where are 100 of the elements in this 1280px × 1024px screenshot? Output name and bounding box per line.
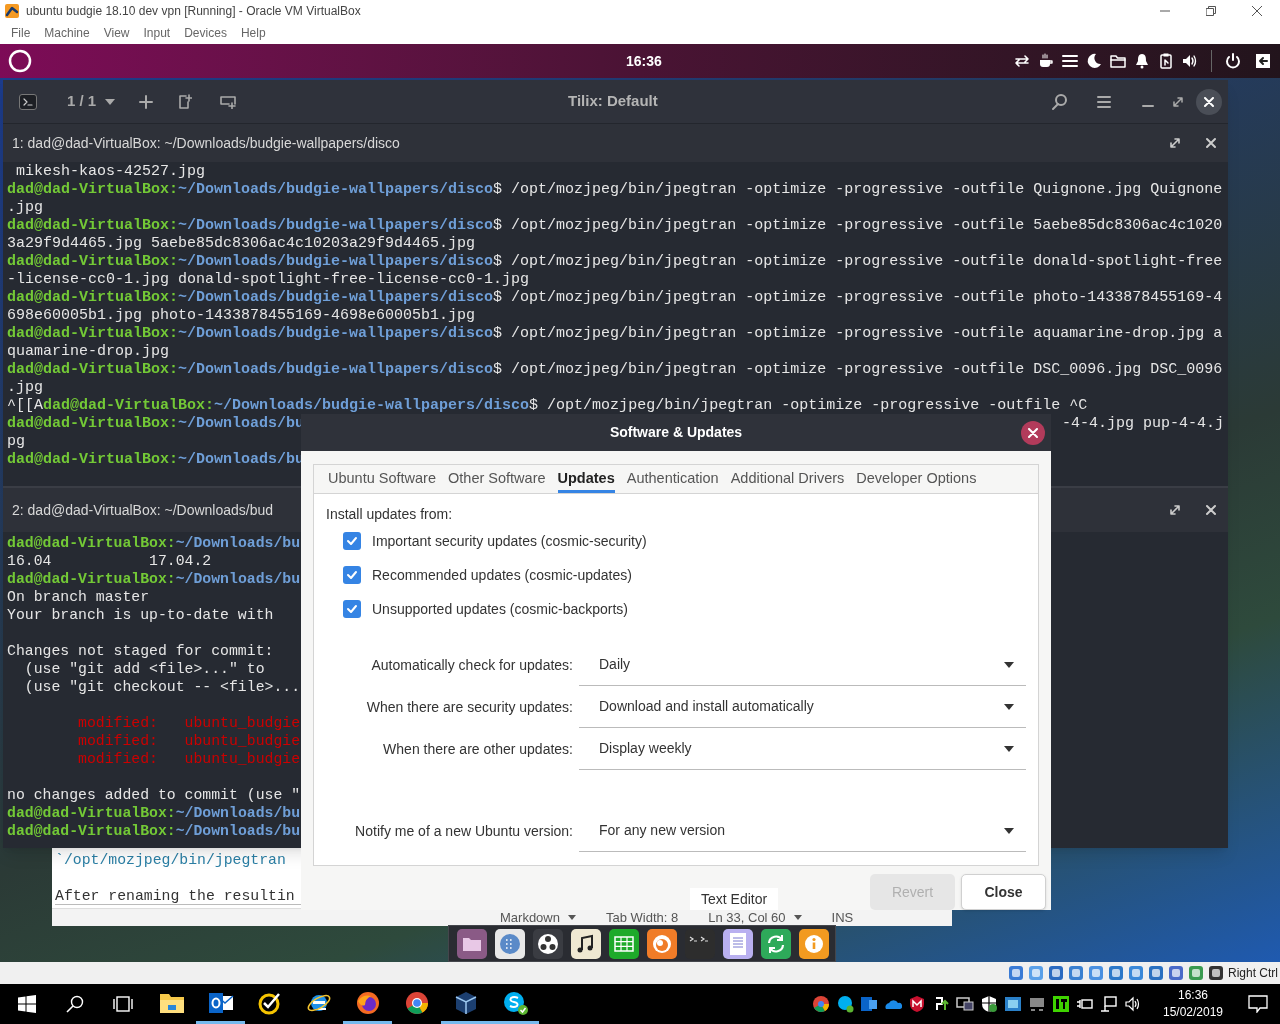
terminal-line: Changes not staged for commit: xyxy=(7,642,274,660)
sync-icon[interactable] xyxy=(761,928,791,959)
status-item[interactable]: Ln 33, Col 60 xyxy=(708,907,802,928)
tooltip: Text Editor xyxy=(690,888,779,910)
menu-item[interactable]: File xyxy=(4,24,38,42)
status-item[interactable]: Markdown xyxy=(500,907,576,928)
panel-clock[interactable]: 16:36 xyxy=(626,50,662,72)
app-grid-icon[interactable] xyxy=(495,928,525,959)
tag-icon[interactable] xyxy=(1052,995,1070,1013)
chip-icon[interactable] xyxy=(1004,995,1022,1013)
caret-icon xyxy=(1004,661,1014,668)
menu-item[interactable]: View xyxy=(96,24,137,42)
terminal-line: dad@dad-VirtualBox:~/Downloads/bu xyxy=(7,534,301,552)
checkbox[interactable] xyxy=(343,600,361,619)
spreadsheet-icon[interactable] xyxy=(609,928,639,959)
notification-icon[interactable] xyxy=(1248,995,1268,1013)
setting-label: When there are other updates: xyxy=(382,739,573,759)
terminal-line: -license-cc0-1.jpg donald-spotlight-free-license-cc0-1.jpg xyxy=(7,271,530,289)
power-icon[interactable] xyxy=(1224,52,1242,70)
close-button[interactable]: Close xyxy=(961,874,1046,910)
chrome-icon[interactable] xyxy=(812,995,830,1013)
terminal-line: dad@dad-VirtualBox:~/Downloads/bu xyxy=(7,822,301,840)
dropdown[interactable]: Daily xyxy=(579,644,1026,687)
dropdown[interactable]: Display weekly xyxy=(579,728,1026,771)
check-icon xyxy=(346,535,358,548)
close-button[interactable] xyxy=(1196,88,1222,115)
circle-logo-icon[interactable] xyxy=(8,49,32,73)
dropdown[interactable]: Download and install automatically xyxy=(579,686,1026,729)
setting-label: When there are security updates: xyxy=(365,697,573,717)
window-title: Tilix: Default xyxy=(568,91,658,112)
window-title: ubuntu budgie 18.10 dev vpn [Running] - Oracle VM VirtualBox xyxy=(26,3,361,20)
checkbox[interactable] xyxy=(343,566,361,585)
firefox-icon[interactable] xyxy=(354,990,381,1015)
add-icon[interactable] xyxy=(139,94,154,109)
document-icon[interactable] xyxy=(723,928,753,959)
terminal-line: ^[[Adad@dad-VirtualBox:~/Downloads/budgie-wallpapers/disco$ /opt/mozjpeg/bin/jpegtran -optimize -progressive -outfile ^C xyxy=(7,397,1088,415)
close-icon xyxy=(1028,427,1038,438)
logout-icon[interactable] xyxy=(1254,52,1272,70)
maximize-icon[interactable] xyxy=(1168,503,1182,517)
split-right-icon[interactable] xyxy=(178,93,193,110)
checkbox[interactable] xyxy=(343,532,361,551)
chrome-icon[interactable] xyxy=(403,990,430,1015)
tab[interactable]: Authentication xyxy=(626,465,719,494)
status-item[interactable]: Tab Width: 8 xyxy=(605,907,679,928)
restore-icon xyxy=(1206,6,1216,16)
terminal-icon[interactable] xyxy=(685,928,715,959)
prompt-icon xyxy=(23,97,33,106)
session-switcher[interactable]: 1 / 1 xyxy=(67,90,97,113)
tab[interactable]: Other Software xyxy=(448,465,546,494)
volume-icon[interactable] xyxy=(1124,995,1142,1013)
terminal-line: dad@dad-VirtualBox:~/Downloads/budgie-wallpapers/disco$ /opt/mozjpeg/bin/jpegtran -optimize -progressive -outfile aquamarine-drop.jpg a xyxy=(7,325,1223,343)
menu-item[interactable]: Machine xyxy=(37,24,97,42)
dialog-title: Software & Updates xyxy=(609,423,743,443)
tab[interactable]: Ubuntu Software xyxy=(328,465,436,494)
checkbox-label: Unsupported updates (cosmic-backports) xyxy=(372,599,628,619)
film-reel-icon[interactable] xyxy=(533,928,563,959)
tab[interactable]: Developer Options xyxy=(856,465,977,494)
cup-icon[interactable] xyxy=(1037,52,1055,70)
pane-title[interactable]: 2: dad@dad-VirtualBox: ~/Downloads/bud xyxy=(12,499,274,521)
close-button[interactable] xyxy=(1021,420,1045,445)
menu-item[interactable]: Input xyxy=(136,24,178,42)
info-icon[interactable] xyxy=(799,928,829,959)
pane-title[interactable]: 1: dad@dad-VirtualBox: ~/Downloads/budgie-wallpapers/disco xyxy=(12,132,400,154)
moon-icon[interactable] xyxy=(1085,52,1103,70)
search-icon[interactable] xyxy=(1051,92,1069,111)
tab[interactable]: Additional Drivers xyxy=(730,465,845,494)
terminal-line: 3a29f9d4465.jpg 5aebe85dc8306ac4c10203a29f9d4465.jpg xyxy=(7,235,476,253)
close-icon[interactable] xyxy=(1204,503,1218,517)
menu-item[interactable]: Help xyxy=(233,24,273,42)
dropdown[interactable]: For any new version xyxy=(579,810,1026,853)
folder-icon[interactable] xyxy=(1109,52,1127,70)
close-icon[interactable] xyxy=(1204,136,1218,150)
shield-check-icon[interactable] xyxy=(980,995,998,1013)
transfer-icon[interactable] xyxy=(1013,52,1031,70)
clock[interactable]: 16:36 15/02/2019 xyxy=(1158,987,1228,1021)
status-item[interactable]: INS xyxy=(831,907,854,928)
menu-icon[interactable] xyxy=(1061,52,1079,70)
clipboard-icon[interactable] xyxy=(1157,52,1175,70)
terminal-line: pg xyxy=(7,433,25,451)
terminal-line: .jpg xyxy=(7,199,43,217)
split-down-icon[interactable] xyxy=(220,94,237,109)
terminal-line: .jpg xyxy=(7,379,43,397)
setting-label: Automatically check for updates: xyxy=(370,655,573,675)
drive-icon[interactable] xyxy=(1028,995,1046,1013)
caret-icon[interactable] xyxy=(104,97,117,106)
app-icon xyxy=(4,3,20,19)
setting-label: Notify me of a new Ubuntu version: xyxy=(354,821,573,841)
menu-item[interactable]: Devices xyxy=(177,24,234,42)
maximize-icon[interactable] xyxy=(1168,136,1182,150)
folder-icon[interactable] xyxy=(457,928,487,959)
terminal-icon[interactable] xyxy=(19,93,37,110)
firefox-icon[interactable] xyxy=(647,928,677,959)
maximize-icon[interactable] xyxy=(1172,95,1184,108)
terminal-line: dad@dad-VirtualBox:~/Downloads/bu xyxy=(7,804,301,822)
checkbox-label: Recommended updates (cosmic-updates) xyxy=(372,565,632,585)
close-icon xyxy=(1252,6,1262,16)
bell-icon[interactable] xyxy=(1133,52,1151,70)
music-note-icon[interactable] xyxy=(571,928,601,959)
shield-icon[interactable] xyxy=(908,995,926,1013)
terminal-line: mikesh-kaos-42527.jpg xyxy=(15,163,206,181)
